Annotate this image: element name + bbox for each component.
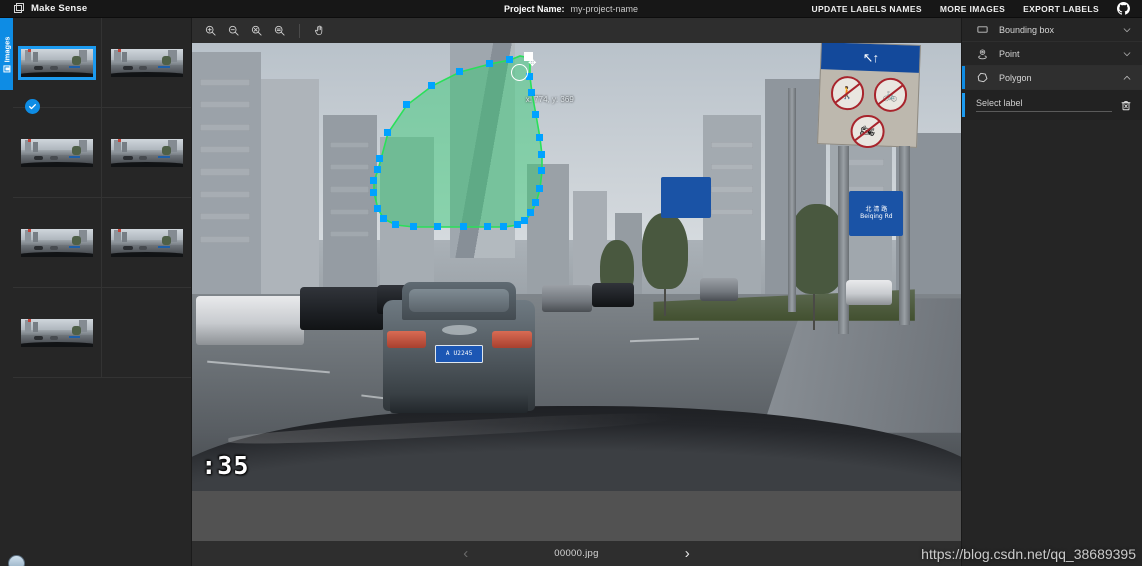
section-polygon[interactable]: Polygon [962, 66, 1142, 90]
top-header-bar: Make Sense Project Name: my-project-name… [0, 0, 1142, 18]
chevron-right-icon[interactable]: › [685, 546, 690, 561]
chevron-down-icon[interactable] [1122, 25, 1132, 35]
thumbnail-item-4[interactable] [13, 198, 102, 288]
polygon-icon [976, 71, 989, 84]
brand[interactable]: Make Sense [0, 3, 87, 14]
thumbnail-item-2[interactable] [13, 108, 102, 198]
section-bounding-box-label: Bounding box [999, 24, 1055, 35]
section-bounding-box[interactable]: Bounding box [962, 18, 1142, 42]
cursor-coordinates-readout: x: 774, y: 369 [525, 94, 574, 104]
images-icon [3, 64, 11, 72]
zoom-fit-button[interactable] [246, 20, 267, 41]
section-polygon-label: Polygon [999, 72, 1032, 83]
annotated-photo: ↖↑ 🚶 🚲 🏍 北 清 路 Beiqing Rd:35 A U2245 ✥ … [192, 43, 961, 491]
polygon-annotation-overlay[interactable] [192, 43, 961, 491]
thumbnail-list[interactable] [13, 18, 192, 566]
toolbar-divider [299, 23, 300, 38]
polygon-shape[interactable] [373, 55, 543, 228]
more-images-button[interactable]: MORE IMAGES [940, 4, 1005, 14]
update-labels-names-button[interactable]: UPDATE LABELS NAMES [811, 4, 921, 14]
chevron-down-icon[interactable] [1122, 49, 1132, 59]
thumbnail-item-5[interactable] [102, 198, 191, 288]
overlapping-squares-icon [14, 3, 25, 14]
project-name-label: Project Name: [503, 3, 565, 14]
thumbnail-empty-cell [102, 288, 191, 378]
trash-icon[interactable] [1120, 99, 1132, 112]
thumbnail-item-3[interactable] [102, 108, 191, 198]
section-point[interactable]: Point [962, 42, 1142, 66]
export-labels-button[interactable]: EXPORT LABELS [1023, 4, 1099, 14]
brand-label: Make Sense [31, 3, 88, 14]
images-side-tab[interactable]: Images [0, 18, 13, 90]
zoom-in-button[interactable] [200, 20, 221, 41]
project-name-value[interactable]: my-project-name [571, 4, 639, 14]
header-actions: UPDATE LABELS NAMES MORE IMAGES EXPORT L… [811, 2, 1142, 15]
make-sense-app: Make Sense Project Name: my-project-name… [0, 0, 1142, 566]
current-filename: 00000.jpg [554, 548, 599, 559]
editor-toolbar [192, 18, 961, 43]
thumbnail-item-6[interactable] [13, 288, 102, 378]
point-pin-icon [976, 47, 989, 60]
project-name-display: Project Name: my-project-name [504, 4, 638, 14]
zoom-out-button[interactable] [223, 20, 244, 41]
select-label-dropdown[interactable]: Select label [976, 98, 1112, 112]
decorative-circle [8, 555, 25, 566]
pan-tool-button[interactable] [309, 20, 330, 41]
label-assignment-row: Select label [962, 90, 1142, 120]
chevron-up-icon[interactable] [1122, 73, 1132, 83]
github-icon[interactable] [1117, 2, 1130, 15]
thumbnail-item-0[interactable] [13, 18, 102, 114]
zoom-max-button[interactable] [269, 20, 290, 41]
section-point-label: Point [999, 48, 1020, 59]
image-navigation-bar: ‹ 00000.jpg › [192, 541, 961, 566]
thumbnail-item-1[interactable] [102, 18, 191, 108]
polygon-annotation-svg[interactable] [192, 43, 961, 491]
thumbnail-selected-check-icon [25, 99, 40, 114]
rectangle-icon [976, 23, 989, 36]
annotation-tools-panel: Bounding box Point Polygon Select label [961, 18, 1142, 566]
images-tab-label: Images [2, 36, 12, 62]
active-vertex-handle[interactable] [524, 52, 533, 61]
chevron-left-icon[interactable]: ‹ [463, 546, 468, 561]
image-canvas[interactable]: ↖↑ 🚶 🚲 🏍 北 清 路 Beiqing Rd:35 A U2245 ✥ … [192, 43, 961, 541]
